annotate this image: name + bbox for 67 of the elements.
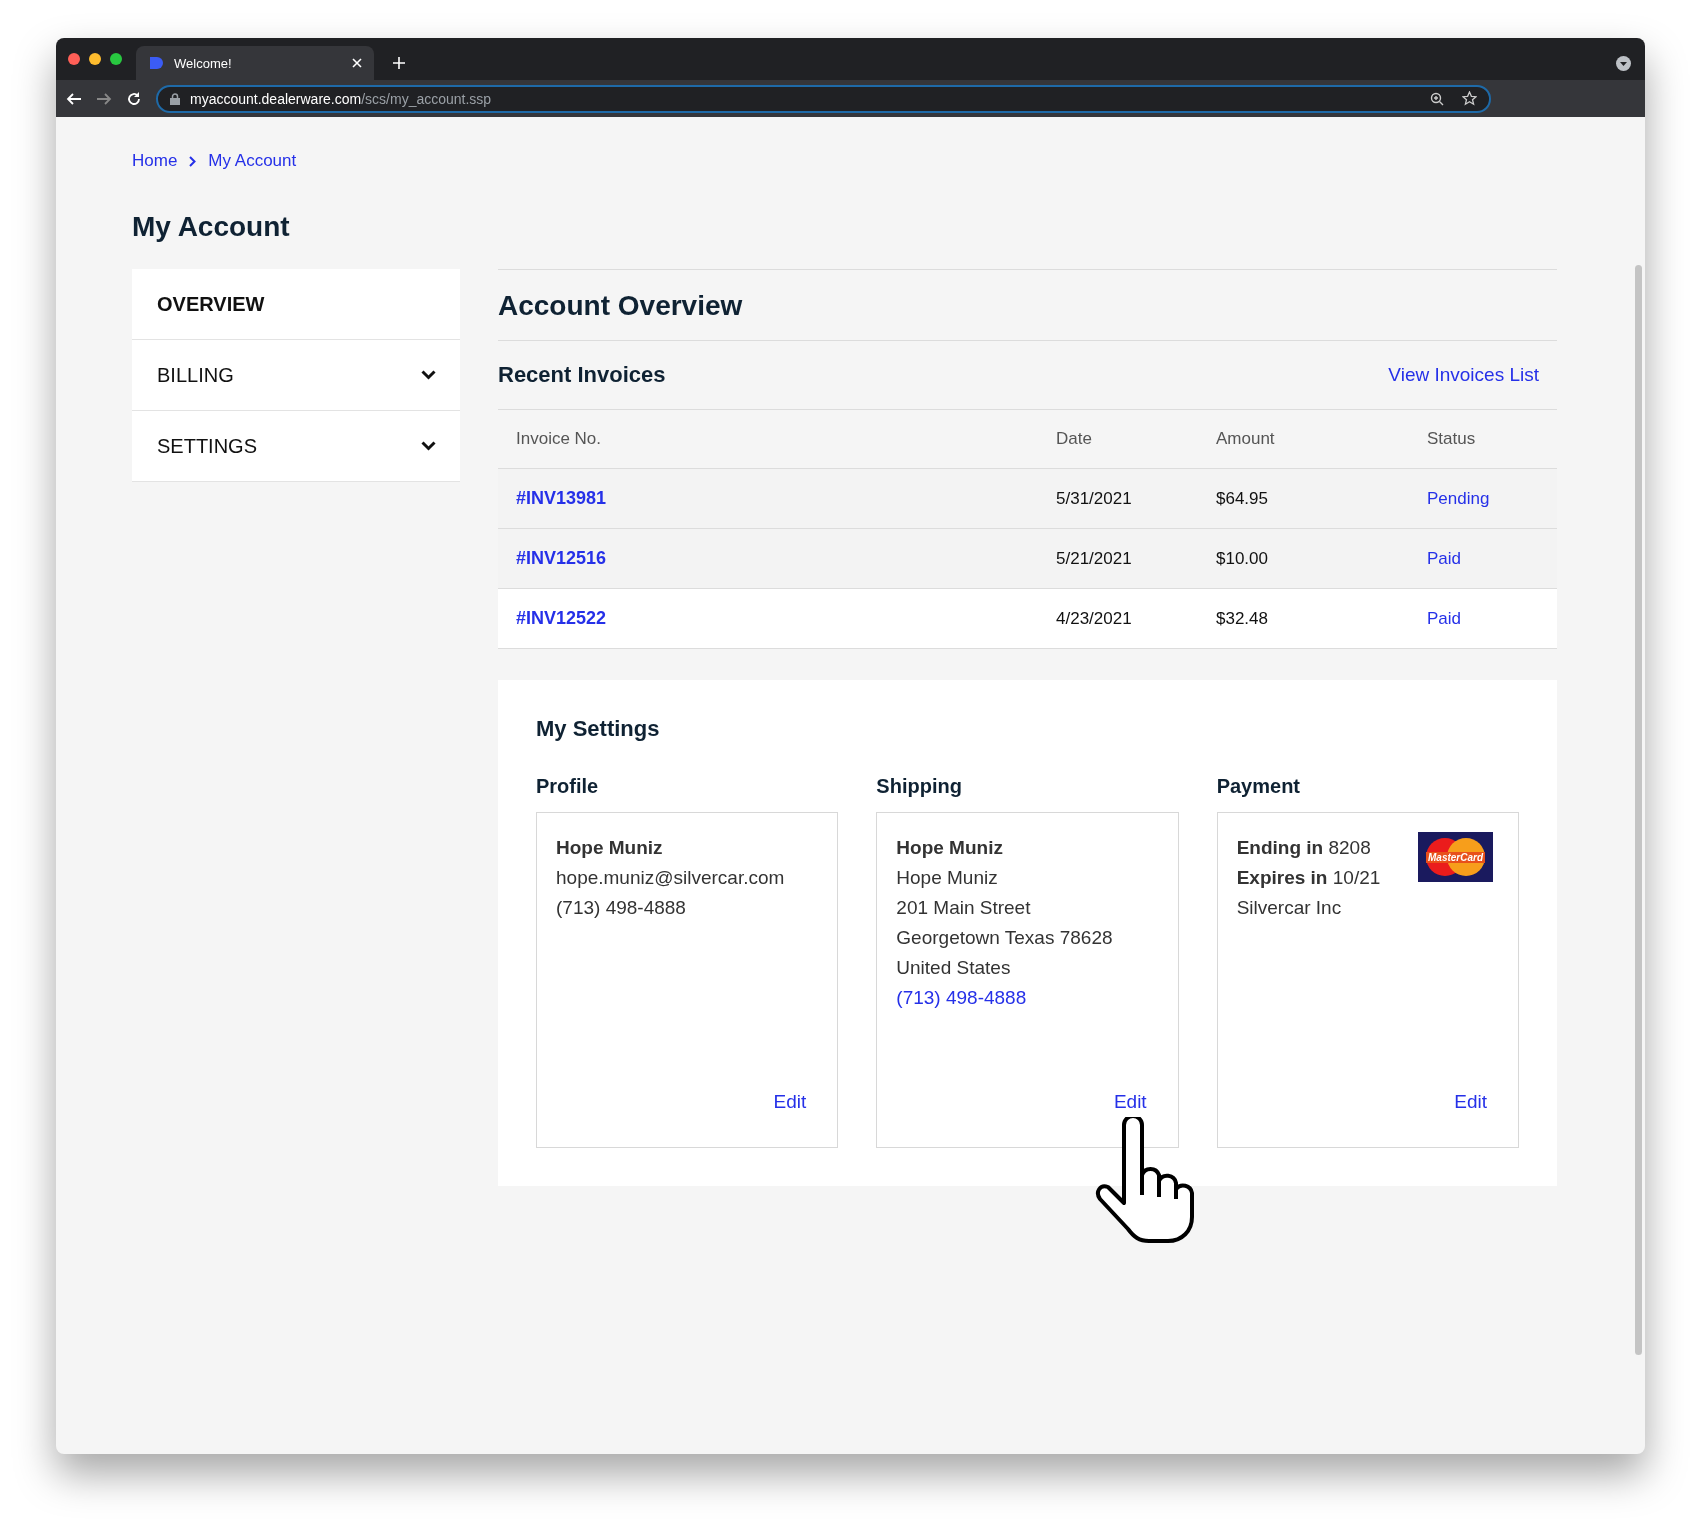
- star-icon[interactable]: [1462, 91, 1477, 106]
- back-icon[interactable]: [66, 90, 82, 107]
- info-line: Expires in 10/21: [1236, 866, 1381, 890]
- close-window-button[interactable]: [68, 53, 80, 65]
- new-tab-icon[interactable]: [392, 56, 406, 70]
- chevron-down-icon: [421, 370, 436, 380]
- table-cell-text: $64.95: [1216, 488, 1269, 509]
- view-invoices-link[interactable]: View Invoices List: [1388, 364, 1539, 386]
- info-line: 201 Main Street: [896, 896, 1031, 920]
- chevron-right-icon: [189, 155, 197, 167]
- invoice-link[interactable]: #INV12516: [516, 548, 607, 568]
- info-line: (713) 498-4888: [556, 896, 686, 920]
- forward-icon[interactable]: [96, 90, 112, 107]
- info-line: Georgetown Texas 78628: [896, 926, 1113, 950]
- info-line: United States: [896, 956, 1011, 980]
- invoices-heading: Recent Invoices: [498, 362, 666, 388]
- sidebar-item[interactable]: OVERVIEW: [132, 269, 460, 340]
- settings-title: My Settings: [536, 716, 661, 742]
- breadcrumb-link[interactable]: Home: [132, 151, 178, 171]
- table-cell-text: $32.48: [1216, 608, 1269, 629]
- reload-icon[interactable]: [126, 90, 142, 107]
- info-line: Ending in 8208: [1236, 836, 1371, 860]
- card-logo: MasterCard: [1418, 832, 1493, 882]
- contact-name: Hope Muniz: [556, 836, 663, 860]
- card-heading: Profile: [536, 775, 600, 798]
- breadcrumb-link[interactable]: My Account: [208, 151, 297, 171]
- column-header: Invoice No.: [516, 429, 603, 449]
- info-line: Silvercar Inc: [1236, 896, 1342, 920]
- card-heading: Shipping: [876, 775, 963, 798]
- invoice-link[interactable]: #INV12522: [516, 608, 607, 628]
- section-title: Account Overview: [498, 270, 1557, 341]
- column-header: Status: [1427, 429, 1477, 449]
- table-cell-text: 5/31/2021: [1056, 488, 1133, 509]
- column-header: Amount: [1216, 429, 1276, 449]
- lock-icon: [170, 92, 180, 105]
- chevron-down-icon: [421, 441, 436, 451]
- browser-tab[interactable]: Welcome!: [136, 46, 374, 80]
- contact-name: Hope Muniz: [896, 836, 1003, 860]
- address-bar[interactable]: myaccount.dealerware.com/scs/my_account.ssp: [156, 84, 1491, 113]
- info-line: hope.muniz@silvercar.com: [556, 866, 785, 890]
- tab-title: Welcome!: [174, 55, 233, 71]
- status-link[interactable]: Paid: [1427, 548, 1462, 568]
- invoice-link[interactable]: #INV13981: [516, 488, 607, 508]
- scrollbar-thumb[interactable]: [1634, 265, 1642, 1355]
- phone-link[interactable]: (713) 498-4888: [896, 983, 1027, 1013]
- sidebar-item[interactable]: SETTINGS: [132, 411, 460, 482]
- info-line: Hope Muniz: [896, 866, 998, 890]
- maximize-window-button[interactable]: [110, 53, 122, 65]
- column-header: Date: [1056, 429, 1093, 449]
- zoom-icon[interactable]: [1430, 91, 1444, 106]
- status-link[interactable]: Paid: [1427, 608, 1462, 628]
- table-cell-text: 5/21/2021: [1056, 548, 1133, 569]
- minimize-window-button[interactable]: [89, 53, 101, 65]
- edit-link[interactable]: Edit: [1113, 1091, 1147, 1113]
- invoice-row[interactable]: #INV12522 4/23/2021 $32.48 Paid: [498, 589, 1557, 649]
- edit-link[interactable]: Edit: [773, 1091, 807, 1113]
- table-cell-text: $10.00: [1216, 548, 1269, 569]
- dropdown-icon[interactable]: [1616, 56, 1631, 71]
- table-cell-text: 4/23/2021: [1056, 608, 1133, 629]
- page-title: My Account: [132, 211, 291, 243]
- site-logo-icon: [148, 55, 164, 71]
- edit-link[interactable]: Edit: [1454, 1091, 1487, 1113]
- sidebar-item[interactable]: BILLING: [132, 340, 460, 411]
- card-heading: Payment: [1216, 775, 1302, 798]
- close-icon[interactable]: [352, 58, 362, 68]
- url-text: myaccount.dealerware.com/scs/my_account.ssp: [190, 90, 493, 107]
- status-link[interactable]: Pending: [1427, 488, 1490, 508]
